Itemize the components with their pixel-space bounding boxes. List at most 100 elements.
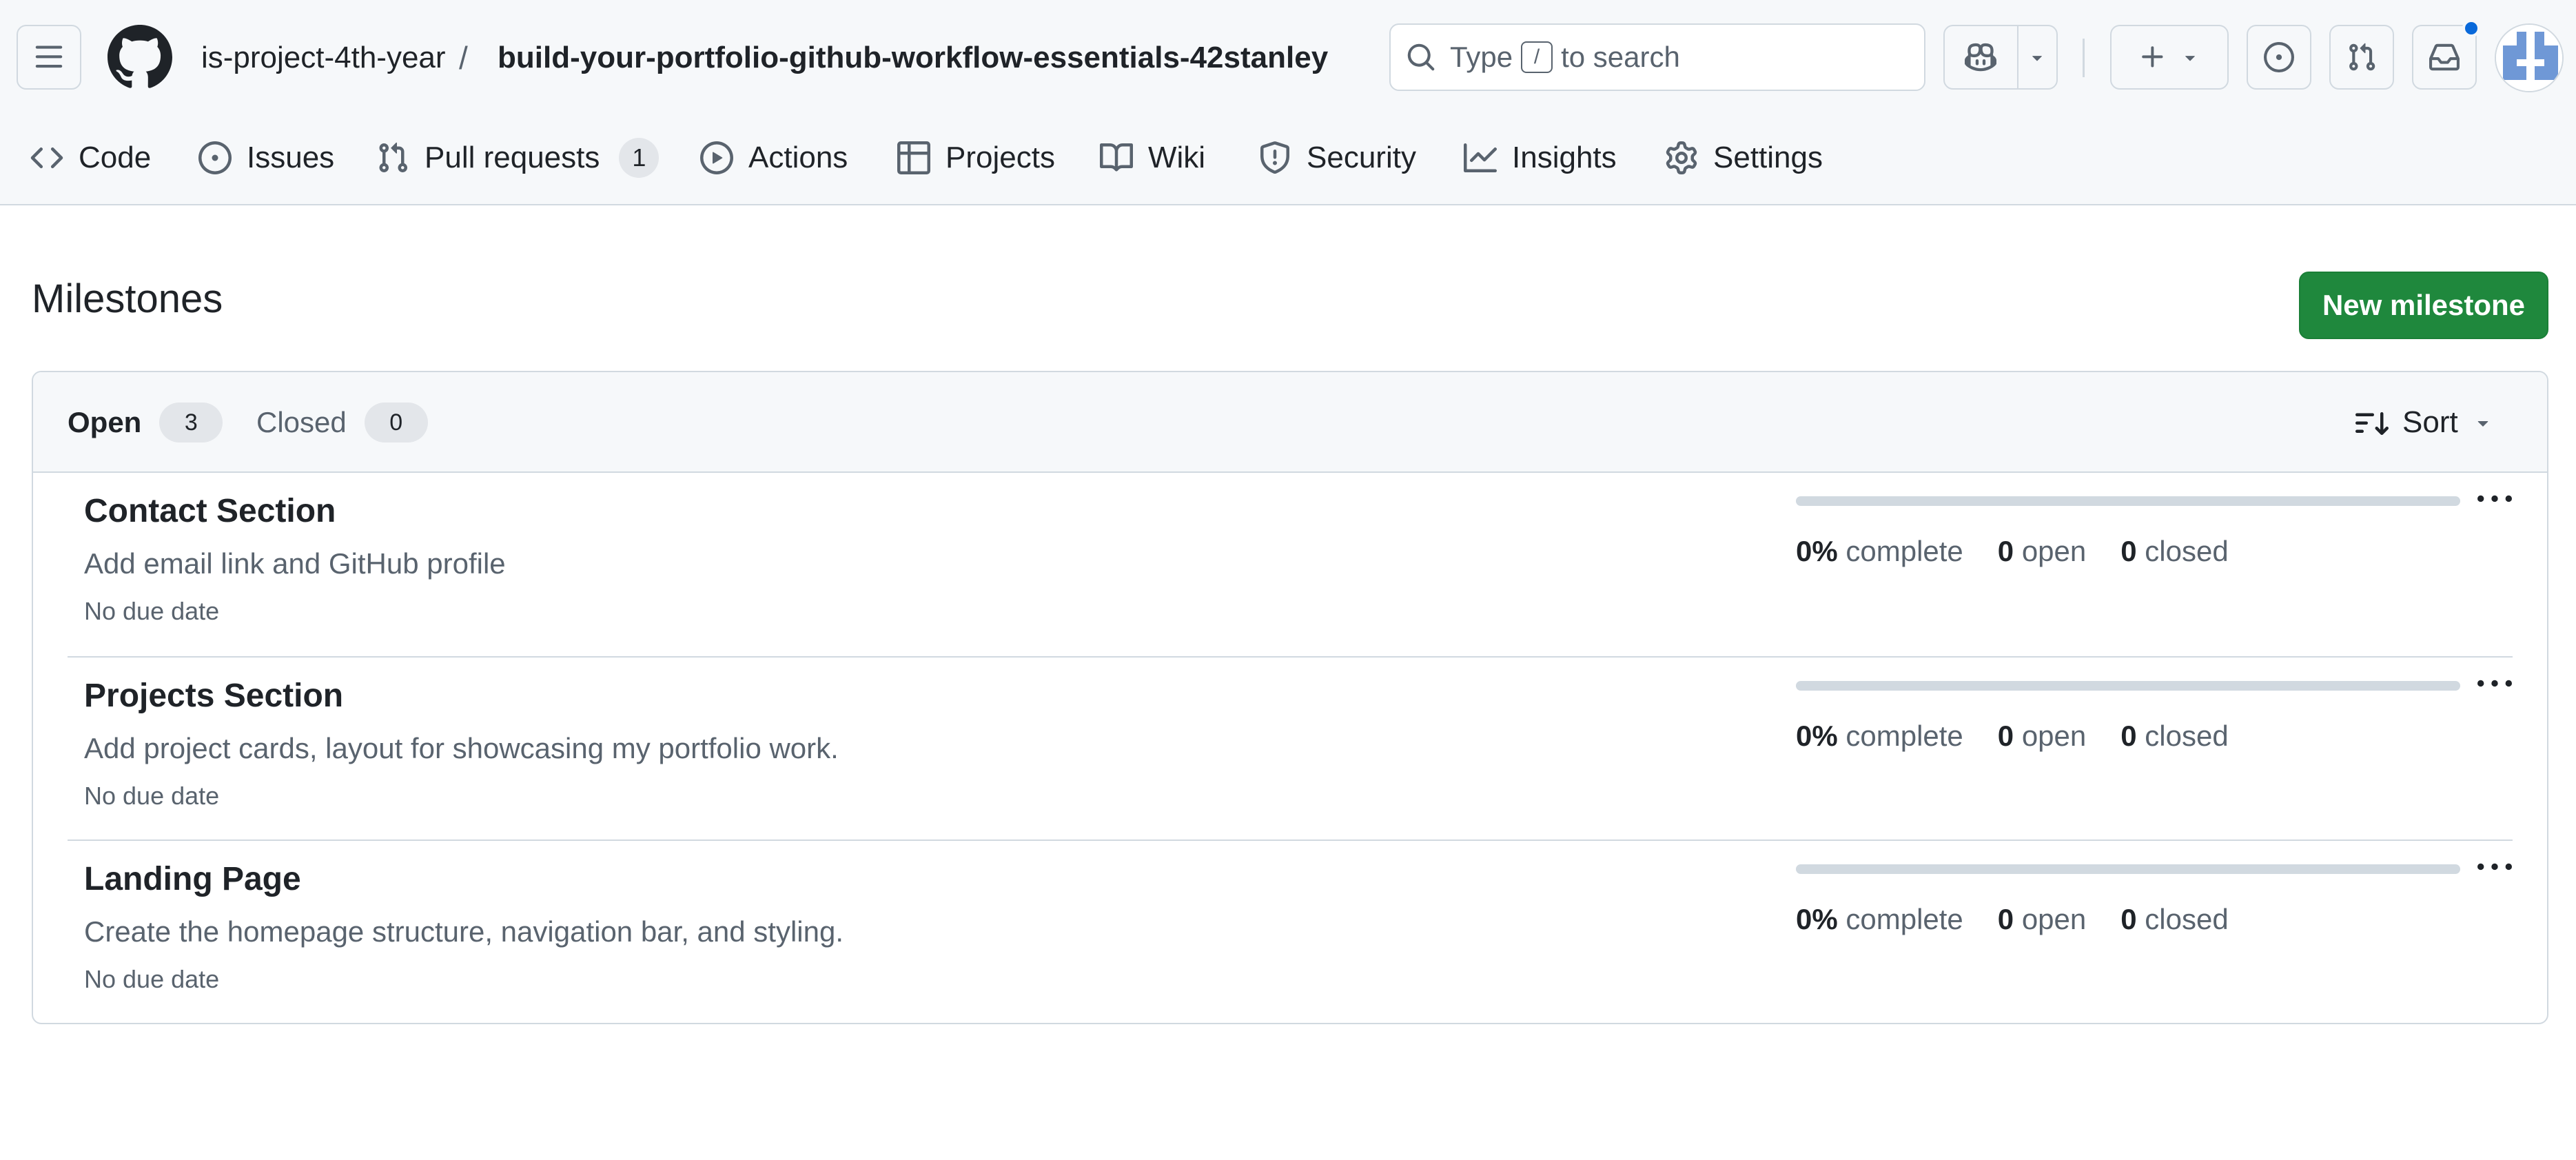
sort-dropdown[interactable]: Sort [2355, 403, 2494, 442]
shield-icon [1258, 141, 1291, 174]
breadcrumb-repo-link[interactable]: build-your-portfolio-github-workflow-ess… [498, 33, 1328, 83]
copilot-icon [1965, 41, 1997, 73]
milestone-closed-issues-link[interactable]: 0 closed [2120, 720, 2228, 753]
milestone-closed-issues-link[interactable]: 0 closed [2120, 903, 2228, 936]
sort-label: Sort [2402, 405, 2458, 439]
page-title: Milestones [32, 276, 223, 321]
milestone-description: Add email link and GitHub profile [84, 547, 506, 580]
tab-code[interactable]: Code [30, 131, 151, 185]
milestone-open-issues-link[interactable]: 0 open [1998, 903, 2086, 936]
tab-actions[interactable]: Actions [700, 131, 848, 185]
search-input[interactable]: Type / to search [1389, 23, 1925, 91]
triangle-down-icon [2472, 411, 2494, 434]
tab-pull-requests[interactable]: Pull requests 1 [376, 131, 660, 185]
filter-open-milestones[interactable]: Open 3 [68, 403, 223, 442]
user-avatar[interactable] [2495, 23, 2564, 92]
milestone-actions-button[interactable] [2477, 669, 2513, 700]
milestone-open-value: 0 [1997, 535, 2014, 567]
create-new-button-content [2112, 26, 2227, 88]
milestone-due-date: No due date [84, 597, 220, 625]
search-placeholder: Type / to search [1450, 41, 1680, 74]
milestone-title-link[interactable]: Contact Section [84, 492, 336, 530]
milestone-actions-button[interactable] [2477, 484, 2513, 516]
copilot-button-group [1943, 25, 2058, 90]
copilot-dropdown-button[interactable] [2016, 26, 2056, 88]
issue-opened-icon [2264, 42, 2294, 72]
your-issues-button[interactable] [2247, 25, 2311, 90]
milestone-stats: 0% complete 0 open 0 closed [1796, 720, 2229, 753]
sort-desc-icon [2355, 406, 2389, 439]
milestone-stats: 0% complete 0 open 0 closed [1796, 535, 2229, 568]
milestone-complete-stat: 0% complete [1796, 535, 1963, 568]
tab-settings[interactable]: Settings [1665, 131, 1823, 185]
milestone-open-issues-link[interactable]: 0 open [1998, 720, 2086, 753]
copilot-button[interactable] [1945, 26, 2017, 88]
tab-projects[interactable]: Projects [897, 131, 1055, 185]
milestone-closed-issues-link[interactable]: 0 closed [2120, 535, 2228, 568]
milestone-description: Add project cards, layout for showcasing… [84, 732, 839, 764]
milestone-complete-label: complete [1846, 535, 1963, 567]
milestone-closed-value: 0 [2120, 720, 2137, 752]
tab-issues[interactable]: Issues [198, 131, 334, 185]
search-icon [1406, 42, 1436, 72]
tab-issues-label: Issues [247, 141, 335, 174]
open-count-badge: 3 [159, 403, 223, 442]
kebab-horizontal-icon [2477, 482, 2512, 517]
triangle-down-icon [2180, 47, 2200, 68]
milestone-closed-value: 0 [2120, 535, 2137, 567]
milestone-title-link[interactable]: Landing Page [84, 860, 301, 898]
milestone-complete-stat: 0% complete [1796, 720, 1963, 753]
kebab-horizontal-icon [2477, 851, 2512, 885]
milestone-row: Contact Section Add email link and GitHu… [68, 473, 2513, 656]
tab-insights[interactable]: Insights [1464, 131, 1617, 185]
tab-security-label: Security [1307, 141, 1416, 174]
git-pull-request-icon [2347, 42, 2377, 72]
tab-insights-label: Insights [1512, 141, 1617, 174]
milestone-closed-label: closed [2145, 720, 2229, 752]
filter-open-label: Open [68, 406, 142, 438]
tab-wiki[interactable]: Wiki [1100, 131, 1205, 185]
milestone-closed-label: closed [2145, 535, 2229, 567]
milestone-progress-bar [1796, 496, 2460, 506]
filter-closed-milestones[interactable]: Closed 0 [256, 403, 428, 442]
milestone-percent-value: 0% [1796, 535, 1838, 567]
milestone-complete-label: complete [1846, 903, 1963, 935]
new-milestone-button[interactable]: New milestone [2299, 272, 2548, 339]
your-pull-requests-button[interactable] [2329, 25, 2394, 90]
closed-count-badge: 0 [364, 403, 428, 442]
milestone-open-label: open [2021, 535, 2087, 567]
filter-closed-label: Closed [256, 406, 347, 438]
milestone-due-date: No due date [84, 782, 220, 810]
app-header: is-project-4th-year / build-your-portfol… [0, 0, 2576, 205]
milestone-actions-button[interactable] [2477, 852, 2513, 884]
milestone-title-link[interactable]: Projects Section [84, 677, 343, 715]
github-logo-icon[interactable] [108, 25, 172, 90]
milestone-row: Landing Page Create the homepage structu… [68, 840, 2513, 1023]
gear-icon [1665, 141, 1698, 174]
create-new-button[interactable] [2110, 25, 2229, 90]
play-icon [700, 141, 733, 174]
unread-notification-dot [2462, 19, 2480, 37]
triangle-down-icon [2027, 47, 2047, 68]
milestone-description: Create the homepage structure, navigatio… [84, 915, 844, 948]
search-placeholder-suffix: to search [1561, 41, 1680, 73]
milestone-closed-label: closed [2145, 903, 2229, 935]
milestone-progress-bar [1796, 864, 2460, 874]
milestone-closed-value: 0 [2120, 903, 2137, 935]
issue-opened-icon [198, 141, 232, 174]
milestone-progress-bar [1796, 681, 2460, 691]
breadcrumb-owner-link[interactable]: is-project-4th-year [201, 33, 446, 83]
hamburger-icon [34, 42, 64, 72]
book-icon [1100, 141, 1133, 174]
global-menu-button[interactable] [17, 25, 81, 90]
milestone-complete-label: complete [1846, 720, 1963, 752]
git-pull-request-icon [376, 141, 409, 174]
graph-icon [1464, 141, 1497, 174]
milestone-complete-stat: 0% complete [1796, 903, 1963, 936]
plus-icon [2138, 43, 2167, 72]
search-shortcut-key: / [1521, 41, 1553, 73]
inbox-icon [2429, 42, 2460, 72]
tab-security[interactable]: Security [1258, 131, 1416, 185]
code-icon [30, 141, 63, 174]
milestone-open-issues-link[interactable]: 0 open [1998, 535, 2086, 568]
